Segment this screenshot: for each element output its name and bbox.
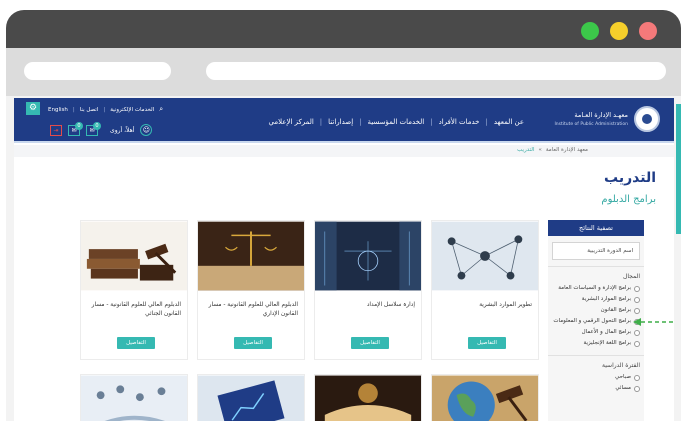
pointer-arrow-icon xyxy=(633,318,673,326)
checkbox[interactable] xyxy=(634,286,640,292)
utility-links: English | اتصل بنا | الخدمات الإلكترونية… xyxy=(48,105,163,114)
filter-option[interactable]: برامج الموارد البشرية xyxy=(548,294,644,305)
open-book-image xyxy=(315,375,421,421)
filter-title: تصفية النتائج xyxy=(548,220,644,236)
nav-separator: | xyxy=(485,118,488,126)
notifications-icon[interactable]: ✉ 0 xyxy=(68,121,83,136)
details-button[interactable]: التفاصيل xyxy=(234,337,272,349)
course-title: الدبلوم العالي للعلوم القانونية - مسار ا… xyxy=(91,302,181,317)
course-name-input[interactable]: اسم الدورة التدريبية xyxy=(552,242,640,260)
nav-separator: | xyxy=(319,118,323,126)
course-card[interactable]: الدبلوم العالي للعلوم القانونية - مسار ا… xyxy=(80,220,188,360)
checkbox[interactable] xyxy=(634,308,640,314)
breadcrumb-current: التدريب xyxy=(517,147,535,153)
filter-option[interactable]: برامج الإدارة و السياسات العامة xyxy=(548,283,644,294)
filter-option[interactable]: برامج القانون xyxy=(548,305,644,316)
institute-logo-icon[interactable] xyxy=(634,106,660,132)
filter-panel: تصفية النتائج اسم الدورة التدريبية المجا… xyxy=(548,220,644,421)
details-button[interactable]: التفاصيل xyxy=(468,337,506,349)
filter-option[interactable]: برامج المال و الأعمال xyxy=(548,327,644,338)
nav-individuals[interactable]: خدمات الأفراد xyxy=(439,118,480,126)
section-title: برامج الدبلوم xyxy=(601,194,656,205)
checkbox[interactable] xyxy=(634,297,640,303)
messages-icon[interactable]: ✉ 0 xyxy=(86,121,101,136)
breadcrumb-home[interactable]: معهد الإدارة العامة xyxy=(546,147,588,153)
page-title: التدريب xyxy=(604,170,656,186)
maximize-button[interactable] xyxy=(581,22,599,40)
nav-media[interactable]: المركز الإعلامي xyxy=(269,118,314,126)
details-button[interactable]: التفاصيل xyxy=(351,337,389,349)
course-card[interactable] xyxy=(197,374,305,421)
checkbox[interactable] xyxy=(634,330,640,336)
network-image xyxy=(432,221,538,291)
window-titlebar xyxy=(6,10,681,48)
breadcrumb-separator: » xyxy=(538,147,542,153)
logout-icon[interactable]: ⇥ xyxy=(50,124,62,136)
people-network-image xyxy=(81,375,187,421)
user-avatar-icon[interactable]: ☺ xyxy=(140,124,153,136)
minimize-button[interactable] xyxy=(610,22,628,40)
eservices-link[interactable]: الخدمات الإلكترونية xyxy=(110,107,154,113)
accessibility-icon[interactable]: ⚙ xyxy=(26,102,40,115)
notification-badge: 0 xyxy=(75,121,83,130)
filter-option[interactable]: صباحي xyxy=(548,372,644,383)
site-navbar: معهـد الإدارة العـامة Institute of Publi… xyxy=(14,98,674,143)
browser-window: معهـد الإدارة العـامة Institute of Publi… xyxy=(6,10,681,421)
language-link[interactable]: English xyxy=(48,107,68,113)
close-button[interactable] xyxy=(639,22,657,40)
nav-publications[interactable]: إصداراتنا xyxy=(328,118,353,126)
course-card[interactable] xyxy=(314,374,422,421)
globe-gavel-image xyxy=(432,375,538,421)
user-greeting[interactable]: أهلاً، أروى xyxy=(110,127,134,134)
contact-link[interactable]: اتصل بنا xyxy=(80,107,99,113)
course-card[interactable]: تطوير الموارد البشرية التفاصيل xyxy=(431,220,539,360)
field-group-label: المجال xyxy=(548,266,644,283)
gavel-books-image xyxy=(81,221,187,291)
course-card[interactable]: إدارة سلاسل الإمداد التفاصيل xyxy=(314,220,422,360)
address-bar[interactable] xyxy=(206,62,666,80)
checkbox[interactable] xyxy=(634,341,640,347)
browser-tab-pill[interactable] xyxy=(24,62,171,80)
breadcrumb: معهد الإدارة العامة » التدريب xyxy=(14,145,674,157)
nav-about[interactable]: عن المعهد xyxy=(494,118,524,126)
search-icon[interactable]: ⌕ xyxy=(159,105,163,114)
logo-title: معهـد الإدارة العـامة xyxy=(574,111,628,119)
checkbox[interactable] xyxy=(634,386,640,392)
nav-corporate[interactable]: الخدمات المؤسسية xyxy=(368,118,425,126)
tablet-chart-image xyxy=(198,375,304,421)
util-separator: | xyxy=(103,106,106,113)
message-badge: 0 xyxy=(93,121,101,130)
warehouse-image xyxy=(315,221,421,291)
filter-option[interactable]: برامج اللغة الإنجليزية xyxy=(548,338,644,349)
course-title: إدارة سلاسل الإمداد xyxy=(366,302,415,308)
scroll-accent xyxy=(676,104,681,234)
course-title: تطوير الموارد البشرية xyxy=(479,302,532,308)
browser-toolbar xyxy=(6,48,681,96)
nav-separator: | xyxy=(430,118,433,126)
filter-option[interactable]: مسائي xyxy=(548,383,644,394)
scales-books-image xyxy=(198,221,304,291)
checkbox[interactable] xyxy=(634,375,640,381)
course-card[interactable]: الدبلوم العالي للعلوم القانونية - مسار ا… xyxy=(197,220,305,360)
course-title: الدبلوم العالي للعلوم القانونية - مسار ا… xyxy=(208,302,298,317)
details-button[interactable]: التفاصيل xyxy=(117,337,155,349)
user-icons: ⇥ ✉ 0 ✉ 0 أهلاً، أروى ☺ xyxy=(50,121,153,136)
nav-separator: | xyxy=(359,118,362,126)
period-group-label: الفترة الدراسية xyxy=(548,355,644,372)
filter-option[interactable]: برامج التحول الرقمي و المعلومات xyxy=(548,316,644,327)
util-separator: | xyxy=(72,106,75,113)
logo-subtitle: Institute of Public Administration xyxy=(554,122,628,127)
course-card[interactable] xyxy=(80,374,188,421)
website: معهـد الإدارة العـامة Institute of Publi… xyxy=(14,98,674,421)
main-nav: عن المعهد | خدمات الأفراد | الخدمات المؤ… xyxy=(269,118,524,126)
course-card[interactable] xyxy=(431,374,539,421)
